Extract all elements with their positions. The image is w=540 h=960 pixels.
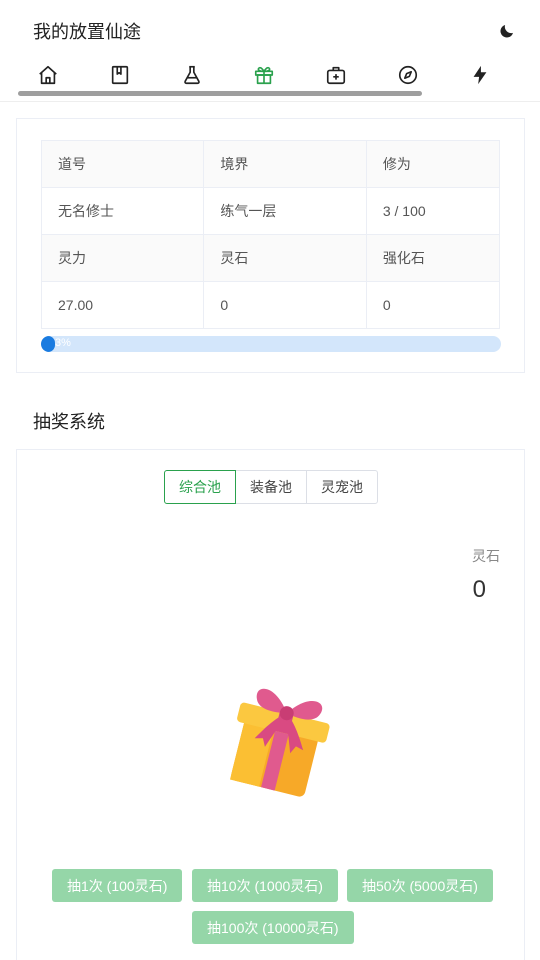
home-icon <box>39 65 57 85</box>
stone-count: 0 <box>472 576 486 603</box>
cultivation-progress-bar: 3% <box>41 336 501 352</box>
tab-general-pool[interactable]: 综合池 <box>164 470 236 504</box>
lightning-icon <box>473 65 487 85</box>
realm-value: 练气一层 <box>203 187 367 235</box>
gift-icon <box>254 66 274 85</box>
tab-equipment-pool[interactable]: 装备池 <box>235 470 307 504</box>
progress-text: 3% <box>55 337 71 349</box>
medkit-icon <box>326 66 346 85</box>
nav-scrollbar[interactable] <box>18 91 422 96</box>
table-row: 无名修士 练气一层 3 / 100 <box>40 187 501 235</box>
name-value: 无名修士 <box>40 187 205 235</box>
nav-item-medicine[interactable] <box>320 64 352 94</box>
draw-1-button[interactable]: 抽1次 (100灵石) <box>52 869 183 902</box>
name-label: 道号 <box>40 140 205 188</box>
draw-10-button[interactable]: 抽10次 (1000灵石) <box>192 869 338 902</box>
nav-item-book[interactable] <box>104 64 136 94</box>
book-icon <box>111 65 129 85</box>
flask-icon <box>184 65 200 85</box>
nav-item-power[interactable] <box>464 64 496 94</box>
main-nav <box>0 64 540 94</box>
nav-item-explore[interactable] <box>392 64 424 94</box>
compass-icon <box>398 65 418 85</box>
spirit-stone-label: 灵石 <box>203 234 367 282</box>
app-title: 我的放置仙途 <box>33 22 141 42</box>
table-row: 道号 境界 修为 <box>40 140 501 188</box>
table-row: 灵力 灵石 强化石 <box>40 234 501 282</box>
nav-item-home[interactable] <box>32 64 64 94</box>
section-title: 抽奖系统 <box>33 412 105 432</box>
cultivation-value: 3 / 100 <box>365 187 501 235</box>
gacha-card: 综合池 装备池 灵宠池 灵石 0 抽1次 (100灵石) 抽10次 (1000灵… <box>16 449 525 960</box>
app-header: 我的放置仙途 <box>0 0 540 102</box>
enhance-stone-label: 强化石 <box>365 234 501 282</box>
gift-box-icon <box>230 688 330 797</box>
table-row: 27.00 0 0 <box>40 281 501 329</box>
draw-50-button[interactable]: 抽50次 (5000灵石) <box>347 869 493 902</box>
draw-100-button[interactable]: 抽100次 (10000灵石) <box>192 911 354 944</box>
spirit-stone-value: 0 <box>203 281 367 329</box>
enhance-stone-value: 0 <box>365 281 501 329</box>
spirit-power-value: 27.00 <box>40 281 205 329</box>
dark-mode-toggle[interactable] <box>496 20 518 42</box>
stone-label: 灵石 <box>472 548 500 564</box>
tab-pet-pool[interactable]: 灵宠池 <box>306 470 378 504</box>
progress-fill <box>41 336 55 352</box>
spirit-power-label: 灵力 <box>40 234 205 282</box>
player-stats-card: 道号 境界 修为 无名修士 练气一层 3 / 100 灵力 灵石 强化石 27.… <box>16 118 525 373</box>
moon-icon <box>500 25 513 38</box>
nav-item-gacha[interactable] <box>248 64 280 94</box>
pool-tabs: 综合池 装备池 灵宠池 <box>164 470 378 504</box>
nav-item-alchemy[interactable] <box>176 64 208 94</box>
cultivation-label: 修为 <box>365 140 501 188</box>
stats-table: 道号 境界 修为 无名修士 练气一层 3 / 100 灵力 灵石 强化石 27.… <box>40 140 501 329</box>
realm-label: 境界 <box>203 140 367 188</box>
